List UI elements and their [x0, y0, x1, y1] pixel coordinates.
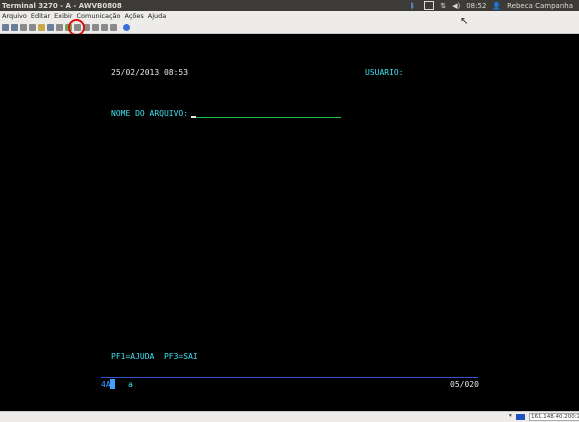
connection-icon [516, 414, 525, 420]
font-icon[interactable] [47, 23, 54, 31]
oia-separator [101, 377, 478, 378]
menu-editar[interactable]: Editar [31, 12, 50, 20]
oia-mode: a [128, 380, 133, 389]
oia-lock-indicator [110, 379, 115, 389]
mouse-pointer-icon: ↖ [460, 16, 469, 27]
bluetooth-icon[interactable]: ᛒ [410, 2, 418, 10]
dropdown-arrow-icon[interactable]: ▾ [509, 413, 512, 419]
copy-icon[interactable] [2, 23, 9, 31]
cut-icon[interactable] [20, 23, 27, 31]
mail-icon[interactable] [424, 1, 435, 10]
cursor-position: 05/020 [450, 380, 479, 389]
stop-icon[interactable] [101, 23, 108, 31]
save-icon[interactable] [38, 23, 45, 31]
menu-comunicacao[interactable]: Comunicação [77, 12, 121, 20]
pf-keys: PF1=AJUDA PF3=SAI [111, 352, 198, 361]
menu-acoes[interactable]: Ações [125, 12, 144, 20]
usuario-label: USUARIO: [365, 68, 404, 77]
host-address: 161.148.40.200:23000 [529, 413, 579, 421]
user-icon: 👤 [492, 1, 502, 10]
menu-bar: Arquivo Editar Exibir Comunicação Ações … [0, 11, 579, 21]
paste-icon[interactable] [11, 23, 18, 31]
status-bar: ▾ 161.148.40.200:23000 [0, 411, 579, 422]
text-cursor [191, 116, 196, 118]
nome-arquivo-label: NOME DO ARQUIVO: [111, 109, 189, 118]
keypad-icon[interactable] [56, 23, 63, 31]
window-title: Terminal 3270 - A - AWVB0808 [2, 1, 122, 10]
record-icon[interactable] [92, 23, 99, 31]
menu-arquivo[interactable]: Arquivo [2, 12, 27, 20]
clock[interactable]: 08:52 [466, 2, 486, 10]
terminal-screen[interactable]: 25/02/2013 08:53 USUARIO: NOME DO ARQUIV… [0, 34, 579, 411]
menu-exibir[interactable]: Exibir [54, 12, 72, 20]
nome-arquivo-field[interactable] [191, 117, 341, 118]
print-icon[interactable] [29, 23, 36, 31]
date-time: 25/02/2013 08:53 [111, 68, 189, 77]
help-icon[interactable] [123, 23, 130, 31]
user-name[interactable]: Rebeca Campanha [507, 2, 573, 10]
menu-ajuda[interactable]: Ajuda [148, 12, 166, 20]
settings-icon[interactable] [110, 23, 117, 31]
window-titlebar: Terminal 3270 - A - AWVB0808 ᛒ ⇅ ◀) 08:5… [0, 0, 579, 11]
volume-icon[interactable]: ◀) [452, 2, 460, 10]
network-icon[interactable]: ⇅ [440, 2, 446, 10]
system-tray: ᛒ ⇅ ◀) 08:52 👤 Rebeca Campanha [410, 0, 573, 11]
toolbar [0, 21, 579, 34]
